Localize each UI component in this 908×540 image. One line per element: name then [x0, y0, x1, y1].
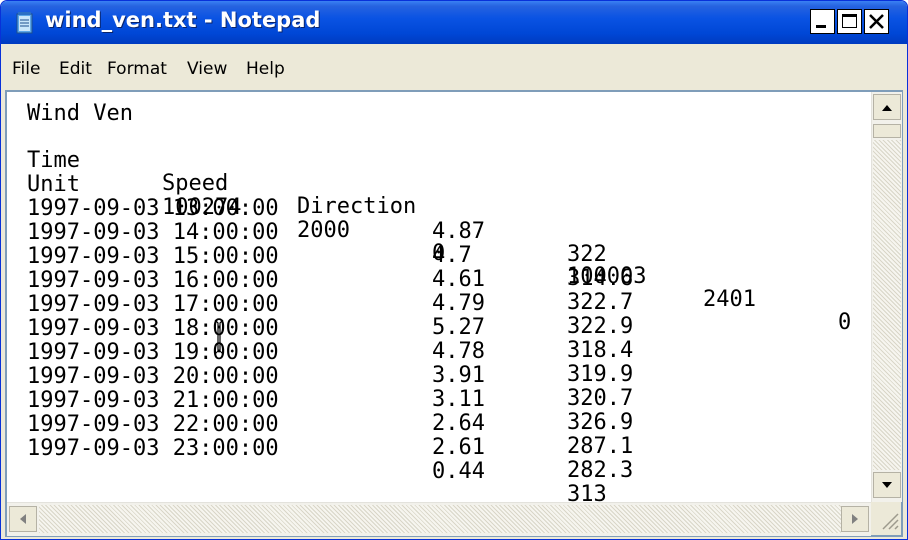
row-speed: 5.27: [432, 315, 485, 340]
row-speed: 4.78: [432, 339, 485, 364]
row-speed: 4.79: [432, 291, 485, 316]
title-bar[interactable]: wind_ven.txt - Notepad: [1, 1, 907, 44]
close-icon: [869, 14, 884, 29]
scroll-left-button[interactable]: [9, 506, 37, 532]
horizontal-scrollbar[interactable]: [7, 502, 871, 536]
vertical-scroll-track[interactable]: [873, 140, 901, 470]
row-direction: 322: [567, 242, 607, 267]
scroll-right-button[interactable]: [841, 506, 869, 532]
menu-format[interactable]: Format: [107, 59, 167, 79]
editor-pane: Wind Ven Time Speed Direction Unit 10027…: [5, 90, 903, 537]
text-area[interactable]: Wind Ven Time Speed Direction Unit 10027…: [9, 94, 869, 514]
header-speed: Speed: [162, 171, 229, 196]
vertical-scroll-thumb[interactable]: [873, 124, 901, 138]
row-direction: 287.1: [567, 434, 634, 459]
menu-file[interactable]: File: [12, 59, 40, 79]
row-speed: 4.7: [432, 243, 472, 268]
row-speed: 2.64: [432, 411, 485, 436]
unit-value-6: 0: [838, 310, 852, 335]
row-direction: 314.6: [567, 266, 634, 291]
vertical-scrollbar[interactable]: [871, 92, 902, 502]
window-title: wind_ven.txt - Notepad: [45, 8, 321, 32]
row-direction: 319.9: [567, 362, 634, 387]
menu-bar: File Edit Format View Help: [1, 44, 907, 88]
row-speed: 4.61: [432, 267, 485, 292]
menu-help[interactable]: Help: [246, 59, 285, 79]
horizontal-scroll-track[interactable]: [39, 505, 841, 533]
row-direction: 326.9: [567, 410, 634, 435]
scroll-down-button[interactable]: [873, 472, 901, 498]
resize-grip-icon: [882, 513, 899, 530]
row-speed: 3.11: [432, 387, 485, 412]
row-speed: 2.61: [432, 435, 485, 460]
notepad-icon: [16, 12, 33, 34]
row-direction: 322.7: [567, 290, 634, 315]
row-timestamp: 1997-09-03 23:00:00: [27, 436, 279, 461]
maximize-button[interactable]: [837, 9, 862, 34]
row-direction: 282.3: [567, 458, 634, 483]
menu-edit[interactable]: Edit: [59, 59, 92, 79]
scroll-up-button[interactable]: [873, 94, 901, 120]
unit-value-2: 2000: [297, 218, 350, 243]
arrow-left-icon: [20, 514, 26, 524]
arrow-down-icon: [882, 482, 892, 488]
row-direction: 318.4: [567, 338, 634, 363]
resize-grip[interactable]: [871, 502, 901, 535]
maximize-icon: [842, 14, 857, 28]
minimize-button[interactable]: [810, 9, 835, 34]
notepad-window: wind_ven.txt - Notepad File Edit Format …: [0, 0, 908, 540]
row-speed: 3.91: [432, 363, 485, 388]
header-direction: Direction: [297, 194, 417, 219]
arrow-right-icon: [852, 514, 858, 524]
data-row: 1997-09-03 23:00:00 0.44 313: [27, 414, 607, 514]
menu-view[interactable]: View: [187, 59, 227, 79]
title-line: Wind Ven: [27, 101, 133, 126]
minimize-icon: [816, 25, 826, 28]
close-button[interactable]: [864, 9, 889, 34]
unit-value-5: 2401: [703, 287, 756, 312]
row-speed: 4.87: [432, 219, 485, 244]
row-direction: 320.7: [567, 386, 634, 411]
text-cursor-icon: [214, 319, 224, 355]
arrow-up-icon: [882, 105, 892, 111]
row-direction: 322.9: [567, 314, 634, 339]
row-speed: 0.44: [432, 459, 485, 484]
